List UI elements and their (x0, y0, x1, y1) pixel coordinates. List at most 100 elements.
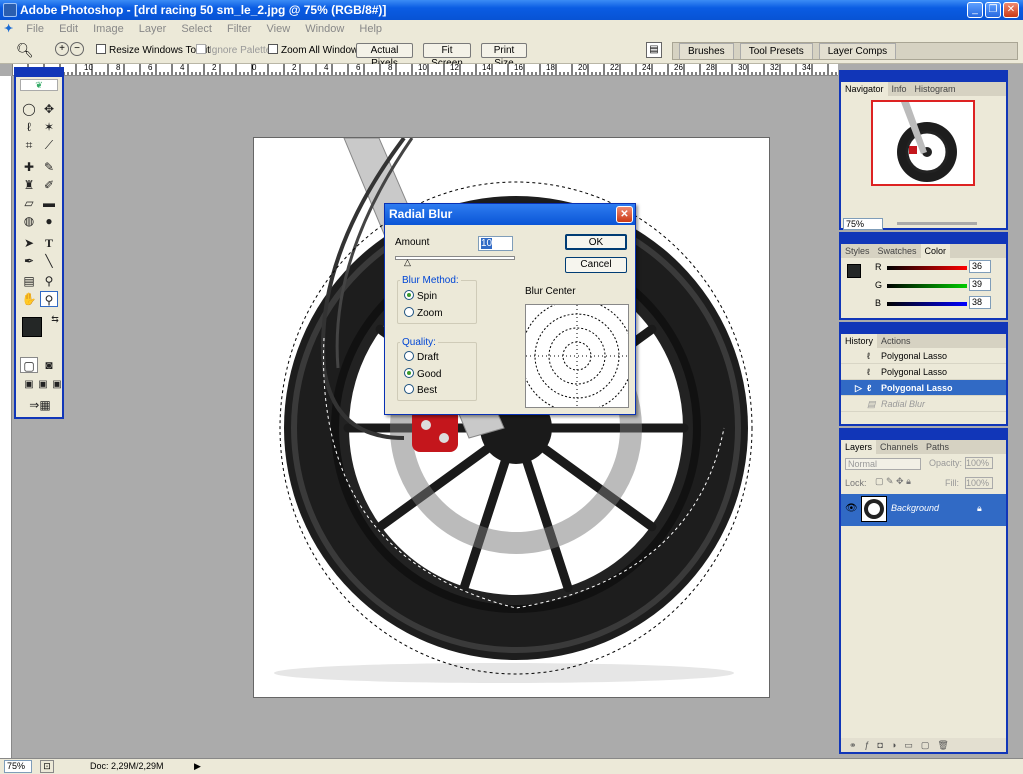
menu-edit[interactable]: Edit (53, 20, 84, 38)
line-tool-icon[interactable]: ╲ (40, 253, 58, 269)
tab-actions[interactable]: Actions (877, 334, 915, 348)
b-slider[interactable] (887, 302, 967, 306)
fit-screen-button[interactable]: Fit Screen (423, 43, 471, 69)
print-size-button[interactable]: Print Size (481, 43, 527, 69)
standard-mode-icon[interactable]: ▢ (20, 357, 38, 373)
ps-feather-icon[interactable]: ✦ (0, 20, 17, 38)
g-input[interactable]: 39 (969, 278, 991, 291)
tab-styles[interactable]: Styles (841, 244, 874, 258)
tab-info[interactable]: Info (888, 82, 911, 96)
r-input[interactable]: 36 (969, 260, 991, 273)
close-icon[interactable]: ✕ (1003, 2, 1019, 18)
r-slider[interactable] (887, 266, 967, 270)
best-radio[interactable]: Best (404, 384, 437, 397)
marquee-tool-icon[interactable]: ◯ (20, 101, 38, 117)
b-input[interactable]: 38 (969, 296, 991, 309)
type-tool-icon[interactable]: T (40, 235, 58, 251)
draft-radio[interactable]: Draft (404, 351, 439, 364)
zoom-radio[interactable]: Zoom (404, 307, 443, 320)
lasso-tool-icon[interactable]: ℓ (20, 119, 38, 135)
menu-help[interactable]: Help (353, 20, 388, 38)
history-item[interactable]: ▤ Radial Blur (841, 396, 1006, 412)
screen-mode-full-icon[interactable]: ▣ (48, 377, 66, 393)
tab-layers[interactable]: Layers (841, 440, 877, 454)
visibility-eye-icon[interactable]: 👁︎ (845, 503, 858, 514)
history-item[interactable]: ℓ Polygonal Lasso (841, 364, 1006, 380)
tab-channels[interactable]: Channels (876, 440, 922, 454)
status-arrow-icon[interactable]: ▶ (194, 759, 201, 774)
tab-history[interactable]: History (841, 334, 878, 348)
eyedropper-icon[interactable]: ⚲ (40, 273, 58, 289)
hand-tool-icon[interactable]: ✋ (20, 291, 38, 307)
ok-button[interactable]: OK (565, 234, 627, 250)
minimize-icon[interactable]: _ (967, 2, 983, 18)
quick-mask-icon[interactable]: ◙ (40, 357, 58, 373)
good-radio[interactable]: Good (404, 368, 441, 381)
g-slider[interactable] (887, 284, 967, 288)
zoom-out-icon[interactable]: − (70, 42, 84, 56)
file-browser-icon[interactable]: ▤ (646, 42, 662, 58)
gradient-tool-icon[interactable]: ▬ (40, 195, 58, 211)
menu-image[interactable]: Image (87, 20, 130, 38)
resize-windows-checkbox[interactable]: Resize Windows To Fit (96, 44, 210, 58)
menu-filter[interactable]: Filter (221, 20, 257, 38)
crop-tool-icon[interactable]: ⌗ (20, 137, 38, 153)
navigator-zoom-slider[interactable] (897, 222, 977, 225)
amount-input[interactable]: 10 (478, 236, 513, 251)
navigator-zoom-field[interactable]: 75% (843, 218, 883, 230)
color-fg-swatch[interactable] (847, 264, 861, 278)
blur-tool-icon[interactable]: ◍ (20, 213, 38, 229)
move-tool-icon[interactable]: ✥ (40, 101, 58, 117)
restore-icon[interactable]: ❐ (985, 2, 1001, 18)
stamp-tool-icon[interactable]: ♜ (20, 177, 38, 193)
well-tab-layer-comps[interactable]: Layer Comps (818, 43, 897, 59)
menu-select[interactable]: Select (175, 20, 218, 38)
history-item-selected[interactable]: ▷ ℓ Polygonal Lasso (841, 380, 1006, 396)
status-zoom-field[interactable]: 75% (4, 760, 32, 773)
slice-tool-icon[interactable]: ⟋ (40, 137, 58, 153)
feather-logo-icon[interactable]: ❦ (20, 79, 58, 91)
tab-paths[interactable]: Paths (922, 440, 953, 454)
cancel-button[interactable]: Cancel (565, 257, 627, 273)
pen-tool-icon[interactable]: ✒ (20, 253, 38, 269)
foreground-color-swatch[interactable] (22, 317, 42, 337)
menu-window[interactable]: Window (299, 20, 350, 38)
swap-colors-icon[interactable]: ⇆ (46, 311, 64, 327)
tab-color[interactable]: Color (920, 244, 951, 258)
layer-row-background[interactable]: 👁︎ Background 🔒︎ (841, 494, 1006, 526)
well-tab-brushes[interactable]: Brushes (679, 43, 734, 59)
dialog-close-icon[interactable]: ✕ (616, 206, 633, 223)
zoom-all-windows-checkbox[interactable]: Zoom All Windows (268, 44, 363, 58)
menu-file[interactable]: File (20, 20, 50, 38)
menu-view[interactable]: View (261, 20, 297, 38)
healing-brush-icon[interactable]: ✚ (20, 159, 38, 175)
lock-icons[interactable]: ▢ ✎ ✥ 🔒︎ (875, 476, 911, 487)
notes-tool-icon[interactable]: ▤ (20, 273, 38, 289)
path-selection-icon[interactable]: ➤ (20, 235, 38, 251)
dodge-tool-icon[interactable]: ● (40, 213, 58, 229)
amount-slider-thumb[interactable]: △ (404, 258, 411, 267)
tab-swatches[interactable]: Swatches (874, 244, 921, 258)
spin-radio[interactable]: Spin (404, 290, 437, 303)
fill-input[interactable]: 100% (965, 477, 993, 489)
well-tab-tool-presets[interactable]: Tool Presets (739, 43, 813, 59)
tab-histogram[interactable]: Histogram (911, 82, 960, 96)
brush-tool-icon[interactable]: ✎ (40, 159, 58, 175)
ignore-palettes-checkbox[interactable]: Ignore Palettes (196, 44, 276, 58)
tab-navigator[interactable]: Navigator (841, 82, 888, 96)
blur-center-preview[interactable] (520, 299, 634, 413)
actual-pixels-button[interactable]: Actual Pixels (356, 43, 413, 69)
status-info-icon[interactable]: ⊡ (40, 760, 54, 773)
magic-wand-icon[interactable]: ✶ (40, 119, 58, 135)
navigator-thumbnail[interactable] (871, 100, 975, 186)
zoom-tool-icon[interactable]: ⚲ (40, 291, 58, 307)
history-item[interactable]: ℓ Polygonal Lasso (841, 348, 1006, 364)
layers-footer-icons[interactable]: ⚭ƒ◘◑▭▢🗑︎ (841, 738, 1006, 752)
jump-to-imageready-icon[interactable]: ⇒▦ (22, 397, 58, 413)
opacity-input[interactable]: 100% (965, 457, 993, 469)
history-brush-icon[interactable]: ✐ (40, 177, 58, 193)
menu-layer[interactable]: Layer (133, 20, 173, 38)
eraser-tool-icon[interactable]: ▱ (20, 195, 38, 211)
amount-slider[interactable] (395, 256, 515, 260)
zoom-tool-icon[interactable]: 🔍︎ (16, 42, 34, 59)
